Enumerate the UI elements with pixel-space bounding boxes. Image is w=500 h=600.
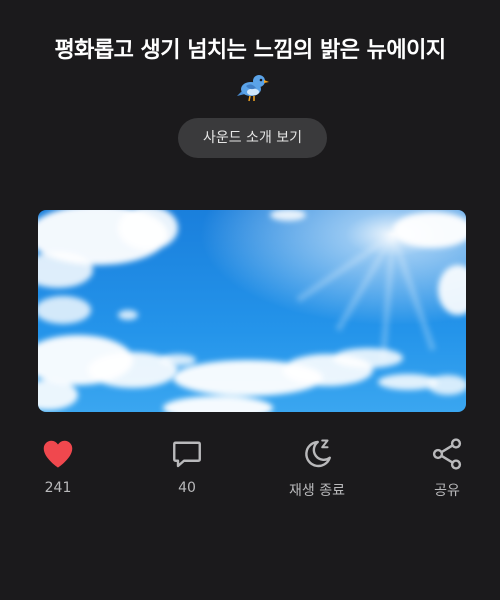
heart-icon	[40, 436, 76, 472]
like-button[interactable]: 241	[13, 436, 103, 496]
share-button[interactable]: 공유	[402, 436, 492, 500]
sleep-timer-button[interactable]: 재생 종료	[272, 436, 362, 500]
share-icon	[429, 436, 465, 472]
sound-detail-screen: 평화롭고 생기 넘치는 느낌의 밝은 뉴에이지 사운드 소개 보기 241 40…	[0, 0, 500, 600]
bird-icon	[236, 70, 270, 104]
sleep-timer-label: 재생 종료	[289, 483, 345, 499]
action-bar: 241 40 재생 종료 공유	[0, 436, 500, 506]
like-count: 241	[44, 480, 72, 496]
comment-button[interactable]: 40	[142, 436, 232, 496]
comment-icon	[169, 436, 205, 472]
share-label: 공유	[434, 483, 460, 499]
sound-intro-button[interactable]: 사운드 소개 보기	[178, 118, 327, 158]
cover-image	[38, 210, 466, 412]
page-title: 평화롭고 생기 넘치는 느낌의 밝은 뉴에이지	[54, 38, 446, 63]
comment-count: 40	[178, 480, 196, 496]
moon-sleep-icon	[299, 436, 335, 472]
